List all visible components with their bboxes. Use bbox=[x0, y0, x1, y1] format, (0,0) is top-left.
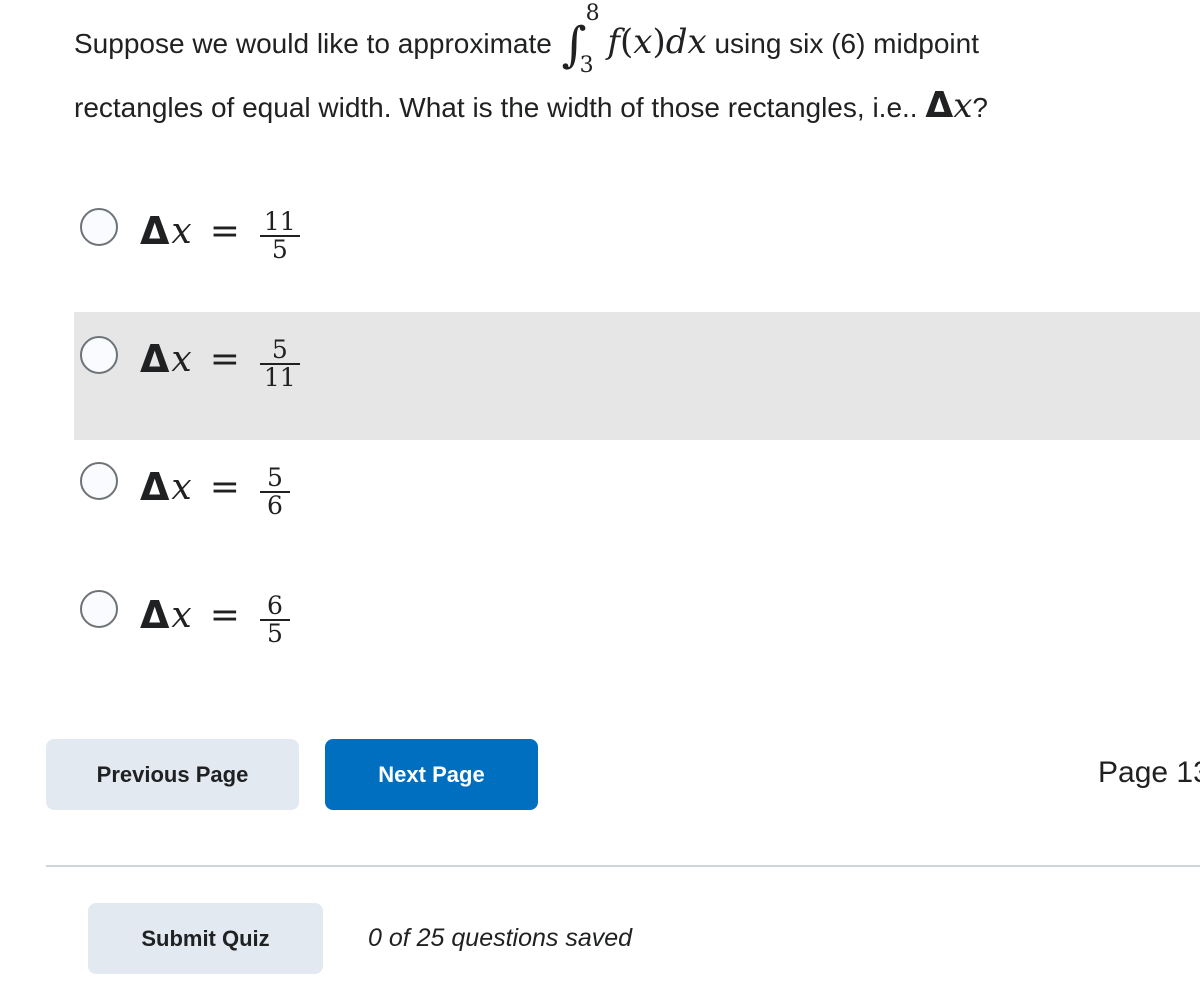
variable: x bbox=[171, 210, 192, 252]
variable: x bbox=[171, 594, 192, 636]
question-mark: ? bbox=[972, 92, 988, 123]
question-line-1: Suppose we would like to approximate ∫ 8… bbox=[74, 0, 1200, 78]
paren-close: ) bbox=[652, 22, 666, 62]
variable: x bbox=[171, 338, 192, 380]
integrand-variable: x bbox=[633, 22, 653, 62]
fraction: 6 5 bbox=[259, 583, 290, 648]
choice-math: Δ x = 6 5 bbox=[140, 590, 290, 647]
delta-symbol: Δ bbox=[140, 465, 170, 509]
question-text-before: Suppose we would like to approximate bbox=[74, 28, 552, 59]
denominator: 6 bbox=[266, 491, 283, 520]
radio-button[interactable] bbox=[80, 462, 118, 500]
denominator: 5 bbox=[271, 235, 288, 264]
integrand-function: f bbox=[607, 22, 620, 62]
integral-symbol: ∫ 8 3 bbox=[561, 0, 600, 78]
equals-sign: = bbox=[209, 466, 240, 508]
divider bbox=[46, 865, 1200, 867]
fraction: 5 11 bbox=[259, 327, 300, 392]
paren-open: ( bbox=[620, 22, 634, 62]
delta-symbol: Δ bbox=[140, 337, 170, 381]
delta-symbol: Δ bbox=[925, 85, 954, 126]
numerator: 5 bbox=[271, 335, 288, 364]
numerator: 11 bbox=[263, 207, 296, 236]
fraction: 5 6 bbox=[259, 455, 290, 520]
choice-math: Δ x = 11 5 bbox=[140, 206, 300, 263]
numerator: 6 bbox=[266, 591, 283, 620]
denominator: 11 bbox=[263, 363, 296, 392]
radio-button[interactable] bbox=[80, 336, 118, 374]
variable: x bbox=[171, 466, 192, 508]
question-text-after: using six (6) midpoint bbox=[714, 28, 980, 59]
previous-page-button[interactable]: Previous Page bbox=[46, 739, 299, 810]
choice-math: Δ x = 5 6 bbox=[140, 462, 290, 519]
question-line-2-text: rectangles of equal width. What is the w… bbox=[74, 92, 910, 123]
answer-choice[interactable]: Δ x = 5 6 bbox=[74, 440, 1200, 568]
denominator: 5 bbox=[266, 619, 283, 648]
next-page-button[interactable]: Next Page bbox=[325, 739, 538, 810]
answer-choice[interactable]: Δ x = 6 5 bbox=[74, 568, 1200, 696]
delta-symbol: Δ bbox=[140, 593, 170, 637]
delta-symbol: Δ bbox=[140, 209, 170, 253]
period: . bbox=[909, 92, 918, 123]
equals-sign: = bbox=[209, 338, 240, 380]
answer-choice[interactable]: Δ x = 11 5 bbox=[74, 184, 1200, 312]
question-text: Suppose we would like to approximate ∫ 8… bbox=[74, 0, 1200, 138]
question-line-2: rectangles of equal width. What is the w… bbox=[74, 74, 1200, 138]
equals-sign: = bbox=[209, 210, 240, 252]
radio-button[interactable] bbox=[80, 590, 118, 628]
integral-lower-limit: 3 bbox=[579, 52, 594, 78]
submit-quiz-button[interactable]: Submit Quiz bbox=[88, 903, 323, 974]
numerator: 5 bbox=[266, 463, 283, 492]
page-indicator: Page 13 bbox=[1098, 756, 1200, 789]
equals-sign: = bbox=[209, 594, 240, 636]
answer-choice[interactable]: Δ x = 5 11 bbox=[74, 312, 1200, 440]
saved-status: 0 of 25 questions saved bbox=[368, 924, 633, 952]
fraction: 11 5 bbox=[259, 199, 300, 264]
integral-upper-limit: 8 bbox=[585, 0, 600, 26]
radio-button[interactable] bbox=[80, 208, 118, 246]
delta-variable: x bbox=[953, 86, 973, 126]
choice-math: Δ x = 5 11 bbox=[140, 334, 300, 391]
differential: dx bbox=[665, 22, 707, 62]
